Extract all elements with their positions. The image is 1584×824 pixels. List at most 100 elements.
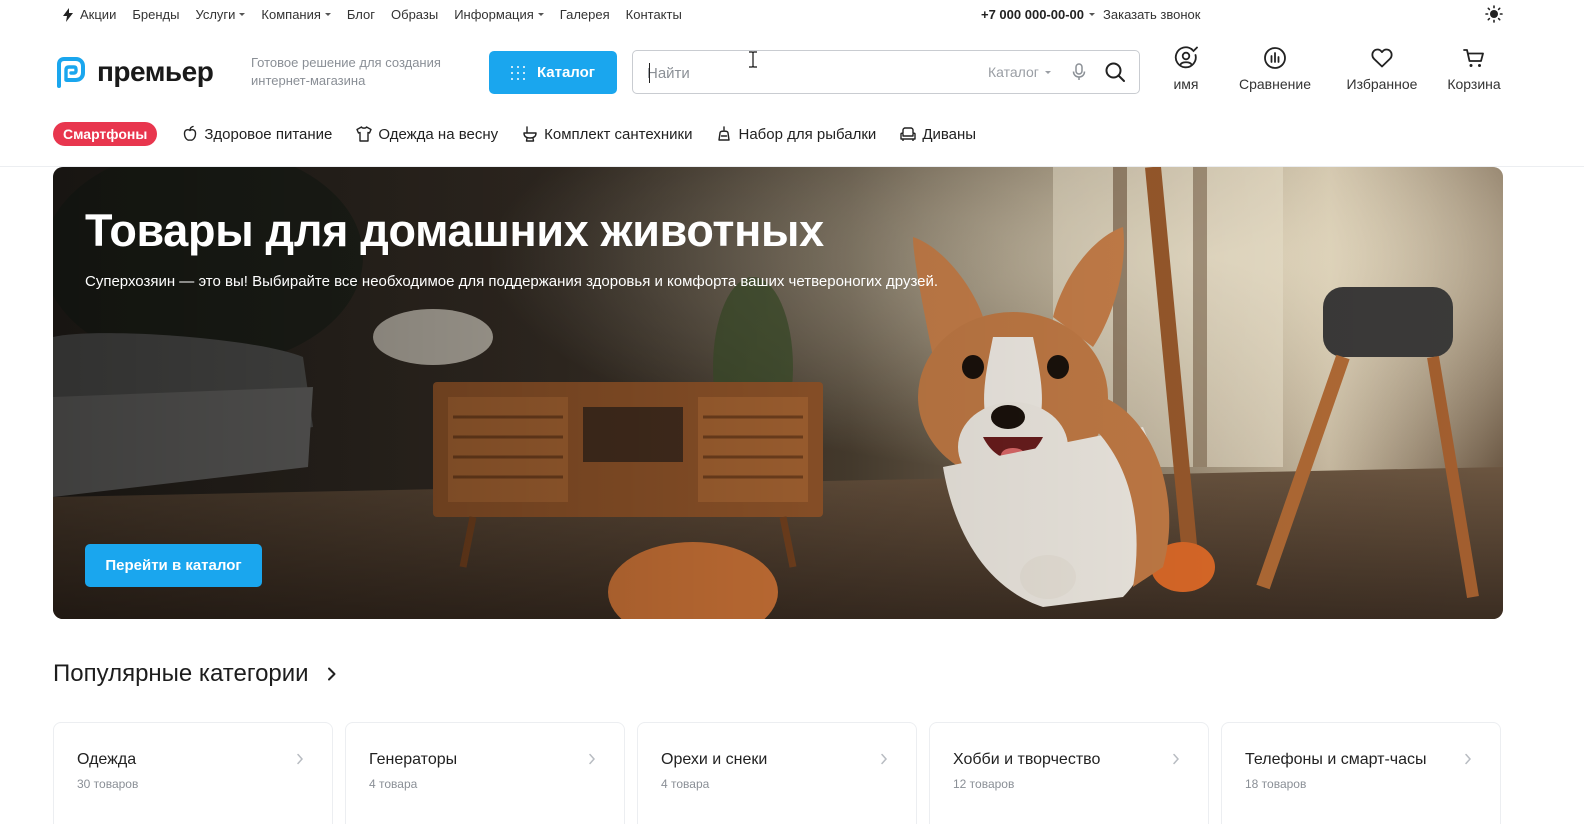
account-label: имя (1173, 76, 1199, 92)
sofa-icon (900, 127, 917, 141)
phone-block: +7 000 000-00-00 Заказать звонок (981, 7, 1200, 22)
topnav-item-info[interactable]: Информация (454, 7, 544, 22)
topnav-item-label: Галерея (559, 7, 610, 22)
top-nav: Акции Бренды Услуги Компания Блог Образы… (62, 7, 698, 22)
topnav-item-blog[interactable]: Блог (347, 7, 375, 22)
topnav-item-gallery[interactable]: Галерея (560, 7, 610, 22)
text-cursor (649, 63, 650, 83)
cart-button[interactable]: Корзина (1444, 46, 1504, 92)
heart-icon (1371, 48, 1393, 68)
category-cards: Одежда 30 товаров Генераторы 4 товара Ор… (53, 722, 1501, 824)
microphone-icon[interactable] (1069, 62, 1089, 82)
category-name: Телефоны и смарт-часы (1245, 751, 1427, 768)
tag-healthy-food[interactable]: Здоровое питание (181, 125, 332, 143)
topnav-item-label: Образы (391, 7, 439, 22)
topnav-item-promo[interactable]: Акции (62, 7, 116, 22)
fishing-icon (718, 126, 731, 141)
tag-sofas[interactable]: Диваны (899, 125, 976, 143)
catalog-button-label: Каталог (536, 64, 596, 81)
topnav-item-label: Компания (261, 7, 321, 22)
apple-icon (184, 125, 197, 141)
compare-chart-icon (1264, 47, 1286, 69)
chevron-right-icon (327, 667, 336, 681)
account-button[interactable]: имя (1160, 46, 1212, 92)
category-count: 18 товаров (1245, 777, 1307, 791)
tag-hot-smartphones[interactable]: Смартфоны (53, 122, 158, 146)
category-card[interactable]: Хобби и творчество 12 товаров (929, 722, 1209, 824)
compare-label: Сравнение (1239, 76, 1311, 92)
chevron-right-icon (297, 753, 304, 765)
banner-subtitle: Суперхозяин — это вы! Выбирайте все необ… (85, 273, 939, 290)
topnav-item-label: Контакты (625, 7, 682, 22)
hero-banner[interactable]: Товары для домашних животных Суперхозяин… (53, 167, 1503, 619)
category-count: 4 товара (369, 777, 418, 791)
category-name: Орехи и снеки (661, 751, 768, 768)
topnav-item-label: Акции (80, 7, 117, 22)
bolt-icon (63, 7, 73, 22)
category-name: Генераторы (369, 751, 458, 768)
sun-icon[interactable] (1485, 5, 1503, 23)
category-name: Одежда (77, 751, 137, 768)
compare-button[interactable]: Сравнение (1235, 46, 1315, 92)
tag-label: Набор для рыбалки (738, 125, 877, 143)
chevron-right-icon (1465, 753, 1472, 765)
logo-mark-icon (57, 57, 85, 88)
tag-label: Диваны (922, 125, 977, 143)
top-bar: Акции Бренды Услуги Компания Блог Образы… (0, 0, 1584, 28)
topnav-item-contacts[interactable]: Контакты (626, 7, 682, 22)
caret-down-icon (324, 13, 331, 16)
banner-title: Товары для домашних животных (85, 205, 824, 256)
go-to-catalog-button[interactable]: Перейти в каталог (85, 544, 262, 587)
logo[interactable]: премьер (53, 55, 214, 89)
catalog-button[interactable]: Каталог (489, 51, 617, 94)
caret-down-icon (537, 13, 544, 16)
favorites-label: Избранное (1346, 76, 1418, 92)
cart-label: Корзина (1447, 76, 1501, 92)
topnav-item-label: Блог (346, 7, 376, 22)
grid-icon (510, 65, 525, 80)
category-card[interactable]: Телефоны и смарт-часы 18 товаров (1221, 722, 1501, 824)
category-card[interactable]: Орехи и снеки 4 товара (637, 722, 917, 824)
search-box: Каталог (632, 50, 1140, 94)
topnav-item-looks[interactable]: Образы (391, 7, 438, 22)
topnav-item-brands[interactable]: Бренды (132, 7, 179, 22)
chevron-right-icon (1173, 753, 1180, 765)
tag-spring-clothes[interactable]: Одежда на весну (355, 125, 498, 143)
search-scope-select[interactable]: Каталог (988, 64, 1051, 80)
category-count: 4 товара (661, 777, 710, 791)
cart-icon (1463, 49, 1484, 67)
category-count: 30 товаров (77, 777, 139, 791)
topnav-item-label: Бренды (132, 7, 180, 22)
tagline: Готовое решение для создания интернет-ма… (251, 55, 441, 88)
search-scope-label: Каталог (988, 64, 1039, 80)
chevron-right-icon (589, 753, 596, 765)
category-card[interactable]: Одежда 30 товаров (53, 722, 333, 824)
category-card[interactable]: Генераторы 4 товара (345, 722, 625, 824)
toilet-icon (523, 126, 537, 142)
phone-number[interactable]: +7 000 000-00-00 (981, 7, 1084, 22)
chevron-right-icon (881, 753, 888, 765)
caret-down-icon[interactable] (1089, 13, 1096, 16)
topnav-item-label: Услуги (195, 7, 236, 22)
tag-label: Здоровое питание (204, 125, 333, 143)
section-title: Популярные категории (53, 660, 309, 687)
site-header: премьер Готовое решение для создания инт… (0, 36, 1584, 108)
callback-link[interactable]: Заказать звонок (1103, 7, 1200, 22)
topnav-item-label: Информация (454, 7, 534, 22)
search-input[interactable] (647, 62, 967, 84)
caret-down-icon (1044, 70, 1051, 74)
caret-down-icon (239, 13, 246, 16)
tag-fishing-set[interactable]: Набор для рыбалки (715, 125, 876, 143)
quick-tags: Смартфоны Здоровое питание Одежда на вес… (53, 122, 999, 146)
tag-label: Одежда на весну (378, 125, 499, 143)
favorites-button[interactable]: Избранное (1342, 46, 1422, 92)
category-name: Хобби и творчество (953, 751, 1101, 768)
popular-categories-header[interactable]: Популярные категории (53, 660, 339, 688)
category-count: 12 товаров (953, 777, 1015, 791)
header-actions: имя Сравнение Избранное Корзина (1160, 46, 1504, 92)
brand-name: премьер (97, 56, 214, 87)
search-icon[interactable] (1104, 61, 1126, 83)
topnav-item-services[interactable]: Услуги (195, 7, 246, 22)
tag-plumbing-set[interactable]: Комплект сантехники (521, 125, 692, 143)
topnav-item-company[interactable]: Компания (261, 7, 331, 22)
